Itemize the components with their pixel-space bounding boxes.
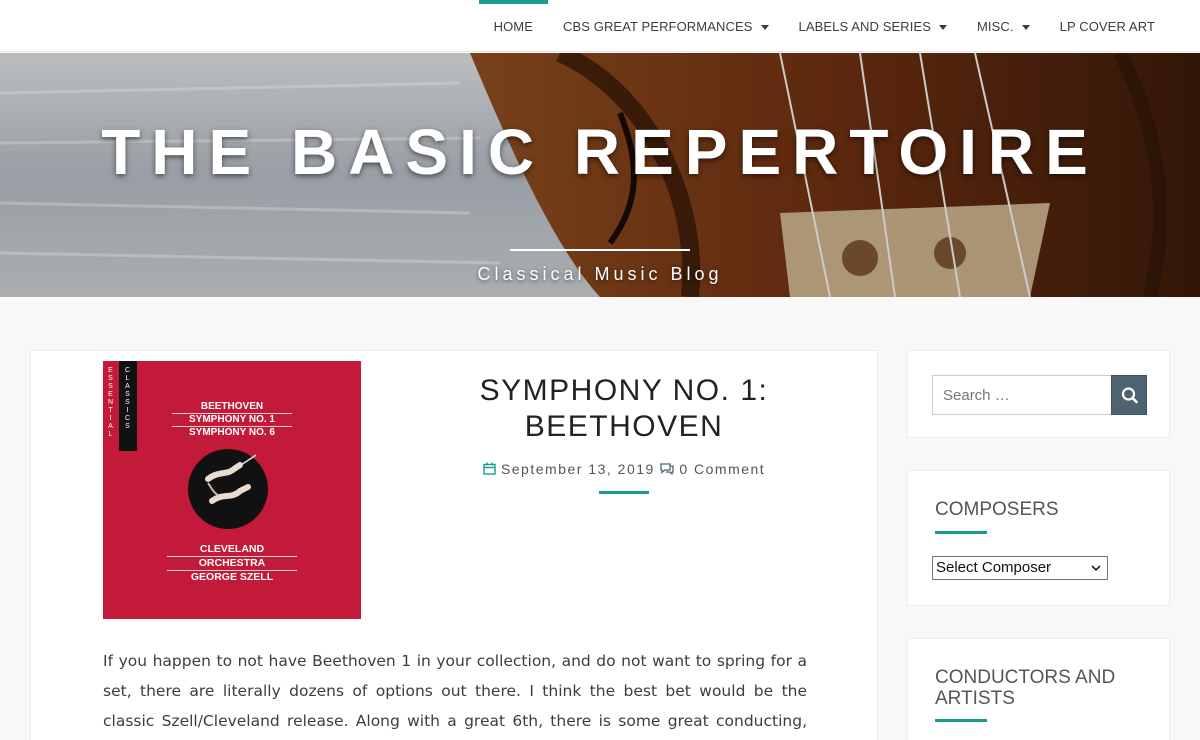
conductors-title-line: CONDUCTORS AND xyxy=(935,667,1116,688)
title-divider xyxy=(510,249,690,251)
conductors-widget-title: CONDUCTORS AND ARTISTS xyxy=(935,667,1115,709)
post-article: ESSENTIAL CLASSICS BEETHOVEN SYMPHONY NO… xyxy=(30,350,878,740)
post-title-line: BEETHOVEN xyxy=(524,410,724,443)
caret-down-icon xyxy=(760,24,769,30)
nav-item-lp-cover-art[interactable]: LP COVER ART xyxy=(1045,0,1170,52)
site-tagline: Classical Music Blog xyxy=(477,264,723,284)
main-menu: HOME CBS GREAT PERFORMANCES LABELS AND S… xyxy=(478,0,1170,52)
album-orchestra-2: ORCHESTRA xyxy=(167,557,297,571)
album-composer: BEETHOVEN xyxy=(200,401,264,412)
post-date[interactable]: September 13, 2019 xyxy=(501,461,655,477)
comments-icon xyxy=(660,462,679,477)
nav-item-label: MISC. xyxy=(977,18,1014,34)
album-cover-image[interactable]: ESSENTIAL CLASSICS BEETHOVEN SYMPHONY NO… xyxy=(103,361,361,619)
series-label-classics: CLASSICS xyxy=(124,367,131,431)
search-input[interactable] xyxy=(932,375,1112,415)
caret-down-icon xyxy=(939,24,947,30)
nav-item-misc[interactable]: MISC. xyxy=(962,0,1045,52)
nav-item-cbs-great-performances[interactable]: CBS GREAT PERFORMANCES xyxy=(548,0,784,52)
album-orchestra-1: CLEVELAND xyxy=(167,543,297,557)
search-widget xyxy=(907,350,1170,438)
site-title[interactable]: THE BASIC REPERTOIRE xyxy=(0,115,1200,189)
conductors-title-line: ARTISTS xyxy=(935,688,1015,709)
calendar-icon xyxy=(483,462,501,477)
nav-item-label: LABELS AND SERIES xyxy=(798,18,931,34)
nav-item-labels-and-series[interactable]: LABELS AND SERIES xyxy=(784,0,962,52)
album-work-1: SYMPHONY NO. 1 xyxy=(189,414,275,425)
composers-widget: COMPOSERS Select Composer xyxy=(907,470,1170,606)
chevron-down-icon xyxy=(1091,565,1101,572)
series-strip: ESSENTIAL xyxy=(103,361,119,451)
composer-select-value: Select Composer xyxy=(936,559,1052,576)
composers-widget-title: COMPOSERS xyxy=(935,499,1059,520)
post-body-text: If you happen to not have Beethoven 1 in… xyxy=(103,652,807,730)
search-button[interactable] xyxy=(1111,375,1147,415)
series-strip-dark: CLASSICS xyxy=(119,361,137,451)
post-meta: September 13, 2019 0 Comment xyxy=(471,461,777,477)
caret-down-icon xyxy=(1021,24,1030,30)
nav-item-home[interactable]: HOME xyxy=(478,0,549,52)
widget-title-underline xyxy=(935,719,987,722)
series-label-essential: ESSENTIAL xyxy=(107,367,114,439)
album-conductor: GEORGE SZELL xyxy=(190,571,274,583)
composer-select[interactable]: Select Composer xyxy=(932,556,1108,580)
search-icon xyxy=(1121,387,1138,404)
album-performers: CLEVELAND ORCHESTRA GEORGE SZELL xyxy=(167,543,297,584)
post-title[interactable]: SYMPHONY NO. 1: BEETHOVEN xyxy=(451,373,797,445)
post-comments-link[interactable]: 0 Comment xyxy=(679,461,765,477)
top-navigation-bar: HOME CBS GREAT PERFORMANCES LABELS AND S… xyxy=(0,0,1200,52)
conductors-artists-widget: CONDUCTORS AND ARTISTS xyxy=(907,638,1170,740)
post-title-line: SYMPHONY NO. 1: xyxy=(479,374,769,407)
nav-item-label: HOME xyxy=(493,18,533,34)
album-heading: BEETHOVEN SYMPHONY NO. 1 SYMPHONY NO. 6 xyxy=(167,401,297,439)
widget-title-underline xyxy=(935,531,987,534)
header-hero-image: THE BASIC REPERTOIRE Classical Music Blo… xyxy=(0,53,1200,297)
nav-item-label: CBS GREAT PERFORMANCES xyxy=(562,18,753,34)
nav-item-label: LP COVER ART xyxy=(1059,18,1155,34)
conductor-hands-icon xyxy=(205,454,257,504)
meta-divider xyxy=(599,491,649,494)
conductor-hands-image xyxy=(188,449,268,529)
album-work-2: SYMPHONY NO. 6 xyxy=(189,427,275,438)
